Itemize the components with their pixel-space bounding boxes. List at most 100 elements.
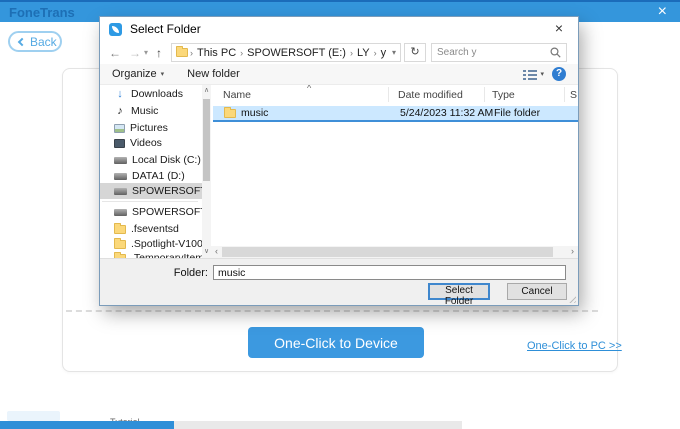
sidebar-item-label: SPOWERSOFT (E:): [132, 185, 202, 197]
folder-icon: [114, 225, 126, 234]
breadcrumb-separator: ›: [188, 48, 195, 58]
help-icon[interactable]: ?: [552, 67, 566, 81]
app-window: FoneTrans × Back One-Click to Device One…: [0, 0, 680, 429]
sidebar-item-music[interactable]: ♪ Music: [100, 103, 202, 119]
sidebar-item-data1-d[interactable]: DATA1 (D:): [100, 168, 202, 184]
sidebar-scrollbar-thumb[interactable]: [203, 99, 210, 181]
folder-name-input[interactable]: [213, 265, 566, 280]
scrollbar-row: ∨ ‹ ›: [100, 246, 578, 258]
nav-up-icon[interactable]: ↑: [156, 46, 162, 60]
chevron-down-icon: ▾: [540, 70, 544, 78]
column-header-size[interactable]: S: [570, 89, 577, 101]
dialog-titlebar[interactable]: Select Folder ×: [100, 17, 578, 41]
sidebar-item-pictures[interactable]: Pictures: [100, 120, 202, 136]
sidebar-item-label: Local Disk (C:): [132, 154, 201, 166]
drive-icon: [114, 188, 127, 195]
sidebar-item-spowersoft-e[interactable]: SPOWERSOFT (E:): [100, 204, 202, 220]
back-button-label: Back: [30, 35, 57, 49]
scroll-up-icon[interactable]: ∧: [202, 85, 211, 97]
video-icon: [114, 139, 125, 148]
chevron-down-icon: ▾: [161, 70, 165, 78]
nav-history-dropdown-icon[interactable]: ▾: [144, 48, 148, 57]
dialog-footer: Folder: Select Folder Cancel: [100, 258, 578, 305]
sort-ascending-icon: ^: [307, 85, 311, 93]
address-folder-icon: [176, 48, 188, 57]
column-header-date-modified[interactable]: Date modified: [398, 89, 463, 101]
breadcrumb-item-this-pc[interactable]: This PC: [195, 47, 238, 59]
picture-icon: [114, 124, 125, 133]
folder-tree-sidebar: ↓ Downloads ♪ Music Pictures Videos Local …: [100, 85, 202, 258]
scroll-left-icon[interactable]: ‹: [211, 246, 222, 258]
one-click-to-device-button[interactable]: One-Click to Device: [248, 327, 424, 358]
file-list: Name ^ Date modified Type S music 5/24/2…: [211, 85, 578, 246]
app-close-icon[interactable]: ×: [658, 2, 667, 22]
sidebar-item-local-disk-c[interactable]: Local Disk (C:): [100, 152, 202, 168]
new-folder-button[interactable]: New folder: [187, 68, 240, 80]
column-divider[interactable]: [388, 87, 389, 102]
dialog-address-bar: ← → ▾ ↑ › This PC › SPOWERSOFT (E:) › LY…: [100, 41, 578, 64]
scroll-down-icon[interactable]: ∨: [202, 246, 211, 258]
sidebar-item-videos[interactable]: Videos: [100, 135, 202, 151]
file-type: File folder: [494, 107, 540, 119]
footer-progress-blue: [0, 421, 174, 429]
search-box[interactable]: [431, 43, 567, 62]
sidebar-item-label: Videos: [130, 137, 162, 149]
folder-field-label: Folder:: [140, 267, 208, 279]
file-name: music: [241, 107, 268, 119]
search-input[interactable]: [432, 47, 550, 58]
sidebar-item-downloads[interactable]: ↓ Downloads: [100, 86, 202, 102]
file-date-modified: 5/24/2023 11:32 AM: [400, 107, 493, 119]
footer-partial-element: [7, 411, 60, 421]
drive-icon: [114, 173, 127, 180]
folder-icon: [224, 109, 236, 118]
sidebar-item-label: .fseventsd: [131, 223, 179, 235]
breadcrumb-separator: ›: [372, 48, 379, 58]
file-list-header: Name ^ Date modified Type S: [211, 85, 578, 104]
file-row-music-selected[interactable]: music 5/24/2023 11:32 AM File folder: [213, 106, 578, 122]
column-divider[interactable]: [564, 87, 565, 102]
view-mode-button[interactable]: ▾: [523, 69, 544, 80]
sidebar-item-fseventsd[interactable]: .fseventsd: [100, 221, 202, 237]
select-folder-dialog: Select Folder × ← → ▾ ↑ › This PC › SPOW…: [100, 17, 578, 305]
column-divider[interactable]: [484, 87, 485, 102]
drive-icon: [114, 157, 127, 164]
horizontal-scrollbar-thumb[interactable]: [222, 247, 553, 257]
dialog-close-icon[interactable]: ×: [546, 17, 572, 41]
chevron-left-icon: [18, 37, 26, 45]
sidebar-item-label: DATA1 (D:): [132, 170, 185, 182]
breadcrumb-item-ly[interactable]: LY: [355, 47, 372, 59]
breadcrumb-item-drive[interactable]: SPOWERSOFT (E:): [245, 47, 348, 59]
music-note-icon: ♪: [114, 105, 126, 117]
nav-forward-icon[interactable]: →: [129, 46, 141, 60]
back-button[interactable]: Back: [8, 31, 62, 52]
sidebar-section-divider: [102, 201, 198, 202]
breadcrumb[interactable]: › This PC › SPOWERSOFT (E:) › LY › y ▾: [171, 43, 401, 62]
cancel-button[interactable]: Cancel: [507, 283, 567, 300]
drive-icon: [114, 209, 127, 216]
select-folder-button[interactable]: Select Folder: [428, 283, 490, 300]
nav-back-icon[interactable]: ←: [109, 46, 121, 60]
one-click-to-pc-link[interactable]: One-Click to PC >>: [527, 340, 622, 352]
search-icon: [550, 47, 566, 58]
download-icon: ↓: [114, 88, 126, 100]
sidebar-item-label: Pictures: [130, 122, 168, 134]
organize-menu[interactable]: Organize ▾: [112, 68, 164, 80]
refresh-icon[interactable]: ↻: [404, 43, 426, 62]
sidebar-item-spowersoft-e-selected[interactable]: SPOWERSOFT (E:): [100, 183, 202, 199]
breadcrumb-item-y[interactable]: y: [379, 47, 389, 59]
column-header-type[interactable]: Type: [492, 89, 515, 101]
sidebar-item-label: Downloads: [131, 88, 183, 100]
list-view-icon: [523, 69, 537, 80]
app-title: FoneTrans: [9, 5, 75, 20]
scroll-right-icon[interactable]: ›: [567, 246, 578, 258]
column-header-name[interactable]: Name: [223, 89, 251, 101]
horizontal-scrollbar[interactable]: ‹ ›: [211, 246, 578, 258]
breadcrumb-separator: ›: [238, 48, 245, 58]
dialog-toolbar: Organize ▾ New folder ▾ ?: [100, 64, 578, 85]
dropzone-dashed-border: [66, 310, 598, 312]
organize-label: Organize: [112, 68, 157, 80]
footer-progress-track: [174, 421, 462, 429]
sidebar-item-label: Music: [131, 105, 158, 117]
sidebar-scrollbar[interactable]: ∧: [202, 85, 211, 246]
address-dropdown-icon[interactable]: ▾: [392, 48, 400, 57]
